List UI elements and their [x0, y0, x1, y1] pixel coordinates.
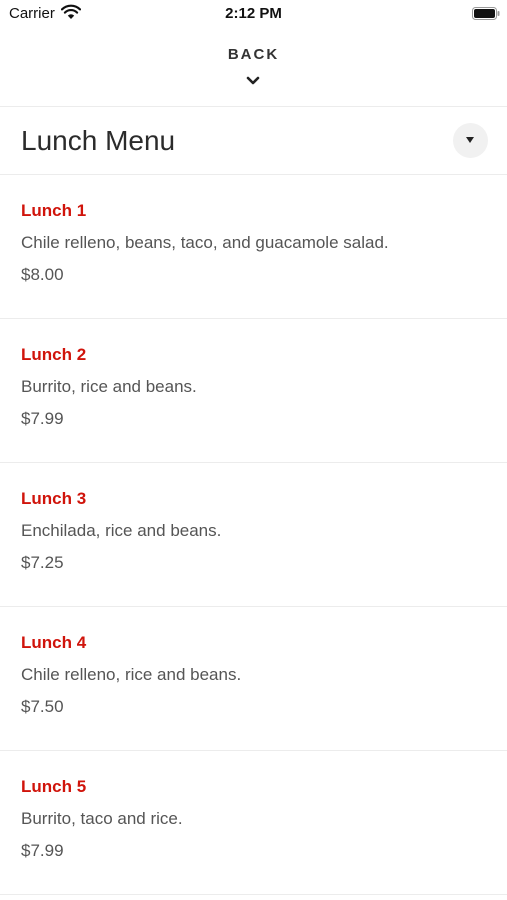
- chevron-down-icon: [246, 76, 260, 85]
- list-item[interactable]: Lunch 4 Chile relleno, rice and beans. $…: [0, 607, 507, 751]
- item-price: $7.99: [21, 841, 64, 860]
- item-name: Lunch 4: [21, 633, 87, 652]
- page-title: Lunch Menu: [21, 125, 176, 156]
- divider: [0, 106, 507, 107]
- back-button[interactable]: BACK: [0, 46, 507, 94]
- list-item[interactable]: Lunch 1 Chile relleno, beans, taco, and …: [0, 175, 507, 319]
- status-time: 2:12 PM: [225, 5, 282, 22]
- menu-list: Lunch 1 Chile relleno, beans, taco, and …: [0, 175, 507, 895]
- item-price: $7.50: [21, 697, 64, 716]
- item-price: $8.00: [21, 265, 64, 284]
- item-description: Burrito, taco and rice.: [21, 809, 183, 828]
- item-name: Lunch 3: [21, 489, 87, 508]
- item-description: Burrito, rice and beans.: [21, 377, 197, 396]
- item-name: Lunch 5: [21, 777, 87, 796]
- caret-down-icon: [466, 137, 474, 143]
- item-description: Enchilada, rice and beans.: [21, 521, 222, 540]
- item-price: $7.99: [21, 409, 64, 428]
- menu-toggle-button[interactable]: [453, 123, 488, 158]
- list-item[interactable]: Lunch 5 Burrito, taco and rice. $7.99: [0, 751, 507, 895]
- menu-header: Lunch Menu: [0, 108, 507, 174]
- item-description: Chile relleno, beans, taco, and guacamol…: [21, 233, 389, 252]
- battery-icon: [472, 7, 500, 20]
- item-description: Chile relleno, rice and beans.: [21, 665, 242, 684]
- list-item[interactable]: Lunch 3 Enchilada, rice and beans. $7.25: [0, 463, 507, 607]
- list-item[interactable]: Lunch 2 Burrito, rice and beans. $7.99: [0, 319, 507, 463]
- back-label: BACK: [227, 46, 280, 63]
- item-name: Lunch 2: [21, 345, 87, 364]
- item-name: Lunch 1: [21, 201, 87, 220]
- status-bar: Carrier 2:12 PM: [0, 0, 507, 30]
- item-price: $7.25: [21, 553, 64, 572]
